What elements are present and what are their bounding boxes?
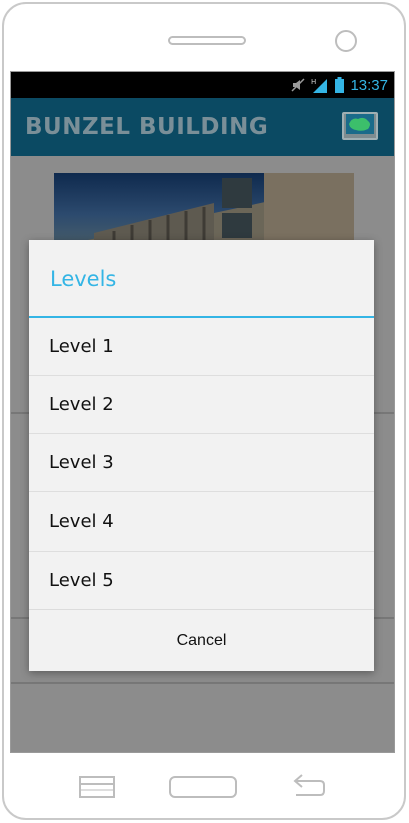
status-bar: H 13:37 — [11, 72, 394, 98]
signal-icon: H — [311, 77, 329, 93]
list-item-level-3[interactable]: Level 3 — [29, 434, 374, 492]
map-button[interactable] — [342, 112, 378, 140]
device-screen: H 13:37 BUNZEL BUILDING Levels Level 1 L… — [10, 71, 395, 753]
back-icon — [292, 774, 326, 802]
map-icon — [346, 114, 374, 138]
level-list: Level 1 Level 2 Level 3 Level 4 Level 5 — [29, 318, 374, 610]
cancel-button[interactable]: Cancel — [29, 609, 374, 671]
menu-icon — [79, 776, 115, 802]
levels-dialog: Levels Level 1 Level 2 Level 3 Level 4 L… — [29, 240, 374, 671]
list-item-level-5[interactable]: Level 5 — [29, 552, 374, 610]
app-title: BUNZEL BUILDING — [25, 114, 269, 140]
front-camera — [335, 30, 357, 52]
dialog-title: Levels — [50, 266, 117, 291]
menu-button[interactable] — [79, 776, 115, 798]
home-button[interactable] — [169, 776, 237, 798]
speaker-grille — [168, 36, 246, 45]
action-bar: BUNZEL BUILDING — [11, 98, 394, 156]
back-button[interactable] — [292, 772, 326, 798]
mute-icon — [291, 78, 305, 92]
list-item-level-4[interactable]: Level 4 — [29, 492, 374, 552]
battery-icon — [335, 77, 345, 93]
list-item-level-2[interactable]: Level 2 — [29, 376, 374, 434]
content-divider — [11, 682, 394, 684]
status-clock: 13:37 — [350, 76, 388, 94]
svg-text:H: H — [311, 78, 316, 86]
list-item-level-1[interactable]: Level 1 — [29, 318, 374, 376]
